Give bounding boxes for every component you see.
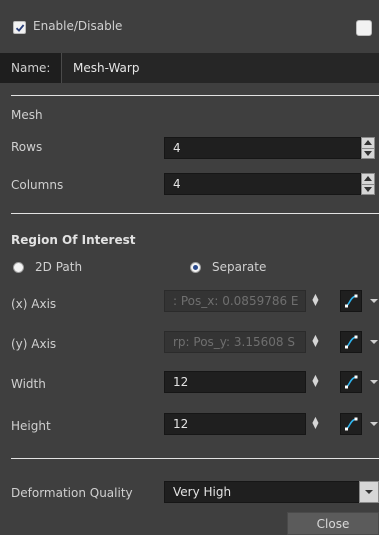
width-function-button[interactable]: [340, 371, 362, 393]
height-caret-down-icon[interactable]: [370, 422, 378, 426]
y-axis-label: (y) Axis: [11, 337, 57, 351]
function-curve-icon: [345, 335, 358, 349]
height-label: Height: [11, 419, 51, 433]
function-curve-icon: [345, 294, 358, 308]
mesh-section-label: Mesh: [11, 108, 43, 122]
x-axis-input[interactable]: : Pos_x: 0.0859786 E: [164, 290, 306, 312]
width-spin-icon[interactable]: ▲ ▼: [311, 374, 320, 388]
roi-section-label: Region Of Interest: [11, 233, 136, 247]
radio-2d-path[interactable]: [13, 262, 24, 273]
rows-label: Rows: [11, 140, 43, 154]
y-axis-caret-down-icon[interactable]: [370, 340, 378, 344]
divider-top: [11, 95, 379, 96]
columns-input[interactable]: 4: [164, 173, 361, 195]
y-axis-spin-icon[interactable]: ▲ ▼: [311, 334, 320, 348]
name-label: Name:: [11, 61, 51, 75]
enable-label: Enable/Disable: [33, 19, 123, 33]
height-function-button[interactable]: [340, 413, 362, 435]
divider-mesh: [11, 213, 379, 214]
mode-checkbox[interactable]: [356, 20, 372, 36]
height-input[interactable]: 12: [164, 413, 306, 435]
chevron-down-icon[interactable]: [362, 183, 374, 195]
close-button[interactable]: Close: [287, 512, 379, 535]
radio-selected-dot: [193, 265, 198, 270]
deformation-quality-label: Deformation Quality: [11, 486, 133, 500]
deformation-quality-dropdown-button[interactable]: [359, 481, 379, 503]
enable-checkbox[interactable]: [13, 21, 26, 34]
radio-separate-label: Separate: [212, 260, 267, 274]
rows-stepper[interactable]: [361, 137, 375, 159]
checkmark-icon: [15, 23, 24, 32]
chevron-up-icon[interactable]: [362, 174, 374, 184]
columns-label: Columns: [11, 178, 64, 192]
columns-stepper[interactable]: [361, 173, 375, 195]
y-axis-function-button[interactable]: [340, 331, 362, 353]
radio-2d-path-label: 2D Path: [35, 260, 83, 274]
x-axis-spin-icon[interactable]: ▲ ▼: [311, 293, 320, 307]
radio-separate[interactable]: [190, 262, 201, 273]
chevron-down-icon[interactable]: [362, 147, 374, 159]
y-axis-input[interactable]: rp: Pos_y: 3.15608 S: [164, 331, 306, 353]
name-input[interactable]: Mesh-Warp: [61, 53, 379, 83]
deformation-quality-select[interactable]: Very High: [164, 481, 360, 503]
function-curve-icon: [345, 417, 358, 431]
divider-roi: [11, 458, 379, 459]
x-axis-caret-down-icon[interactable]: [370, 299, 378, 303]
height-spin-icon[interactable]: ▲ ▼: [311, 416, 320, 430]
x-axis-function-button[interactable]: [340, 290, 362, 312]
function-curve-icon: [345, 375, 358, 389]
chevron-down-icon: [365, 490, 373, 494]
width-caret-down-icon[interactable]: [370, 380, 378, 384]
rows-input[interactable]: 4: [164, 137, 361, 159]
x-axis-label: (x) Axis: [11, 297, 57, 311]
width-input[interactable]: 12: [164, 371, 306, 393]
width-label: Width: [11, 377, 46, 391]
chevron-up-icon[interactable]: [362, 138, 374, 148]
